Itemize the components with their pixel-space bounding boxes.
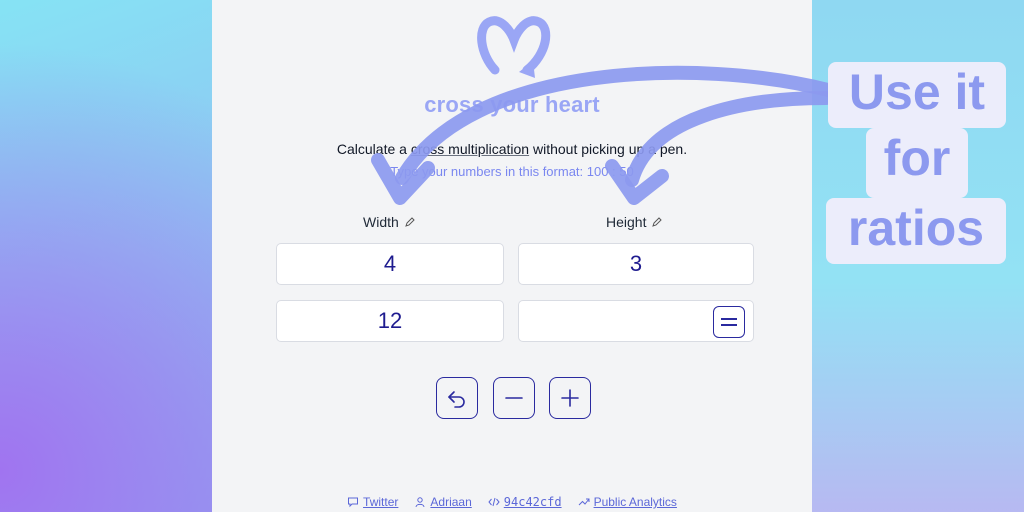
undo-button[interactable] <box>436 377 478 419</box>
commit-link[interactable]: 94c42cfd <box>488 495 562 509</box>
pencil-icon[interactable] <box>405 217 415 227</box>
author-link-text: Adriaan <box>430 495 472 509</box>
format-hint: Type your numbers in this format: 100 : … <box>390 164 634 179</box>
add-row-button[interactable] <box>549 377 591 419</box>
intro-text: Calculate a cross multiplication without… <box>212 141 812 157</box>
minus-icon <box>505 397 523 399</box>
width-input-1[interactable]: 4 <box>276 243 504 285</box>
callout-line-3: ratios <box>826 198 1006 264</box>
author-link[interactable]: Adriaan <box>414 495 472 509</box>
width-input-2[interactable]: 12 <box>276 300 504 342</box>
commit-link-text: 94c42cfd <box>503 495 562 509</box>
remove-row-button[interactable] <box>493 377 535 419</box>
heart-logo-icon <box>477 16 551 78</box>
trend-icon <box>578 498 590 506</box>
callout-line-1: Use it <box>828 62 1006 128</box>
twitter-link[interactable]: Twitter <box>347 495 398 509</box>
app-title: cross your heart <box>424 92 600 117</box>
user-icon <box>415 497 425 508</box>
height-label-text: Height <box>606 214 647 230</box>
undo-icon <box>448 391 465 408</box>
code-icon <box>488 497 500 507</box>
plus-icon <box>561 389 579 407</box>
footer: Twitter Adriaan 94c42cfd Public Analytic… <box>212 495 812 509</box>
equals-button[interactable] <box>713 306 745 338</box>
intro-after: without picking up a pen. <box>529 141 688 157</box>
callout-line-2: for <box>866 128 968 198</box>
width-label-text: Width <box>363 214 399 230</box>
pencil-icon[interactable] <box>652 217 663 227</box>
chat-icon <box>348 497 359 508</box>
analytics-link[interactable]: Public Analytics <box>578 495 677 509</box>
width-label[interactable]: Width <box>363 214 415 230</box>
height-label[interactable]: Height <box>606 214 663 230</box>
intro-before: Calculate a <box>336 141 411 157</box>
analytics-link-text: Public Analytics <box>593 495 677 509</box>
twitter-link-text: Twitter <box>363 495 399 509</box>
cross-multiplication-link[interactable]: cross multiplication <box>411 141 529 157</box>
height-input-1[interactable]: 3 <box>518 243 754 285</box>
